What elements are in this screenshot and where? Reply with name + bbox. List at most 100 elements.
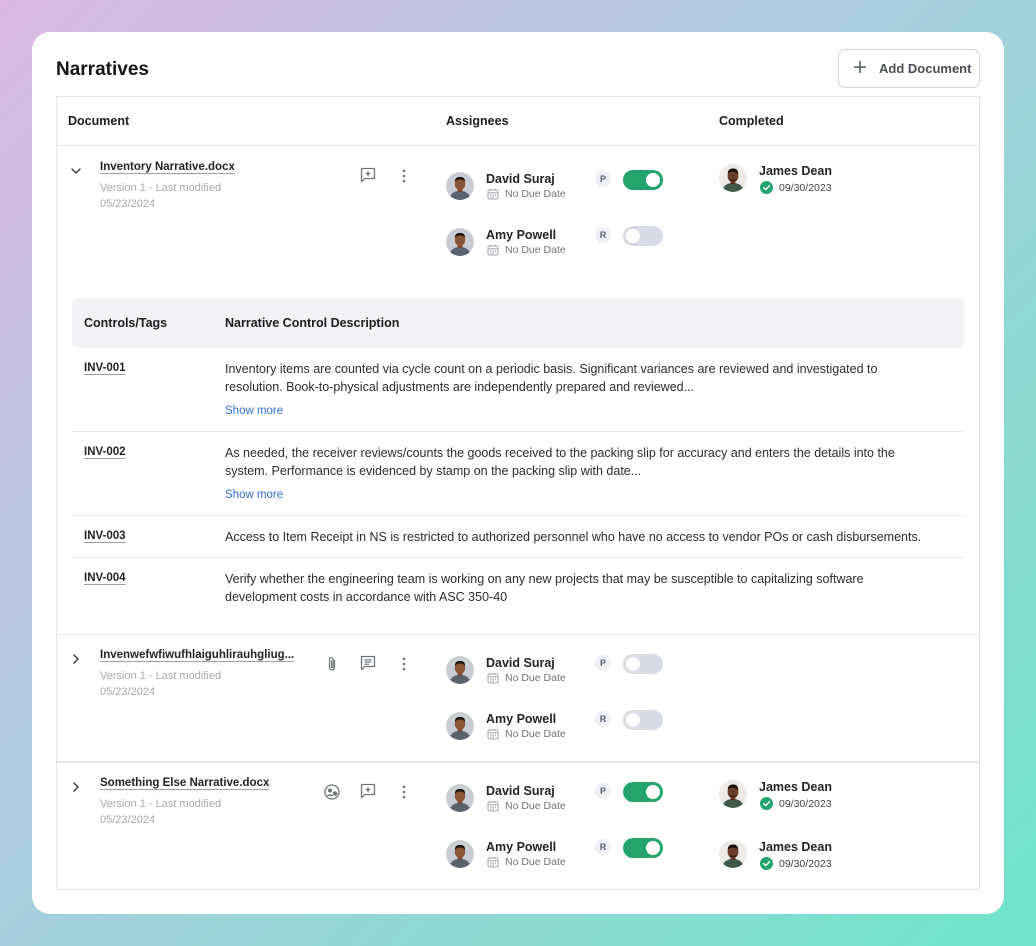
control-id-link[interactable]: INV-003 <box>84 530 126 542</box>
comment-add-icon[interactable] <box>359 166 377 184</box>
page-title: Narratives <box>56 59 149 80</box>
document-version: Version 1 - Last modified <box>100 670 222 682</box>
calendar-icon <box>487 800 499 812</box>
control-id-link[interactable]: INV-002 <box>84 446 126 458</box>
header-divider <box>57 145 979 146</box>
paperclip-icon[interactable] <box>323 655 341 673</box>
chevron-right-icon[interactable] <box>69 780 83 794</box>
due-date-text: No Due Date <box>505 856 566 868</box>
assignee-toggle[interactable] <box>623 654 663 674</box>
narratives-card: Narratives + Add Document Document Assig… <box>32 32 1004 914</box>
due-date: No Due Date <box>487 800 566 812</box>
document-modified-date: 05/23/2024 <box>100 814 156 826</box>
add-document-label: Add Document <box>879 61 972 76</box>
document-version: Version 1 - Last modified <box>100 182 222 194</box>
avatar <box>446 172 474 200</box>
check-circle-icon <box>760 797 773 810</box>
divider <box>72 431 964 432</box>
chevron-right-icon[interactable] <box>69 652 83 666</box>
assignee-name: Amy Powell <box>486 712 557 726</box>
document-version: Version 1 - Last modified <box>100 798 222 810</box>
controls-tags-header: Controls/Tags <box>84 316 168 330</box>
row-divider <box>57 761 979 763</box>
chevron-down-icon[interactable] <box>69 164 83 178</box>
due-date: No Due Date <box>487 244 566 256</box>
due-date-text: No Due Date <box>505 244 566 256</box>
calendar-icon <box>487 728 499 740</box>
assignee-toggle[interactable] <box>623 710 663 730</box>
comment-icon[interactable] <box>359 654 377 672</box>
role-badge: P <box>595 171 611 187</box>
document-name-link[interactable]: Something Else Narrative.docx <box>100 777 269 789</box>
due-date-text: No Due Date <box>505 800 566 812</box>
document-name-link[interactable]: Invenwefwfiwufhlaiguhlirauhgliug... <box>100 649 294 661</box>
assignee-name: David Suraj <box>486 172 555 186</box>
assignee-name: Amy Powell <box>486 840 557 854</box>
documents-table: Document Assignees Completed Inventory N… <box>56 96 980 890</box>
control-description-line: Inventory items are counted via cycle co… <box>225 362 878 376</box>
calendar-icon <box>487 244 499 256</box>
completed-date-text: 09/30/2023 <box>779 181 832 194</box>
assignee-name: David Suraj <box>486 656 555 670</box>
user-circle-icon[interactable] <box>323 783 341 801</box>
control-description-line: Access to Item Receipt in NS is restrict… <box>225 530 922 544</box>
avatar <box>719 164 747 192</box>
more-vertical-icon[interactable] <box>395 783 413 801</box>
avatar <box>446 228 474 256</box>
column-header-assignees: Assignees <box>446 114 509 128</box>
assignee-toggle[interactable] <box>623 838 663 858</box>
control-description-line: resolution. Book-to-physical adjustments… <box>225 380 695 394</box>
role-badge: R <box>595 711 611 727</box>
role-badge: R <box>595 227 611 243</box>
divider <box>72 557 964 558</box>
document-name-link[interactable]: Inventory Narrative.docx <box>100 161 235 173</box>
avatar <box>719 780 747 808</box>
due-date-text: No Due Date <box>505 188 566 200</box>
control-id-link[interactable]: INV-001 <box>84 362 126 374</box>
role-badge: R <box>595 839 611 855</box>
due-date: No Due Date <box>487 856 566 868</box>
due-date-text: No Due Date <box>505 672 566 684</box>
control-description-line: Verify whether the engineering team is w… <box>225 572 864 586</box>
more-vertical-icon[interactable] <box>395 655 413 673</box>
assignee-toggle[interactable] <box>623 226 663 246</box>
due-date: No Due Date <box>487 672 566 684</box>
completed-by-name: James Dean <box>759 164 832 178</box>
document-modified-date: 05/23/2024 <box>100 198 156 210</box>
check-circle-icon <box>760 181 773 194</box>
completed-date: 09/30/2023 <box>760 857 832 870</box>
avatar <box>446 784 474 812</box>
controls-table-header: Controls/Tags Narrative Control Descript… <box>72 298 964 348</box>
avatar <box>446 656 474 684</box>
completed-date-text: 09/30/2023 <box>779 857 832 870</box>
column-header-document: Document <box>68 114 130 128</box>
comment-add-icon[interactable] <box>359 782 377 800</box>
assignee-name: Amy Powell <box>486 228 557 242</box>
more-vertical-icon[interactable] <box>395 167 413 185</box>
avatar <box>719 840 747 868</box>
calendar-icon <box>487 188 499 200</box>
completed-date-text: 09/30/2023 <box>779 797 832 810</box>
assignee-toggle[interactable] <box>623 782 663 802</box>
calendar-icon <box>487 672 499 684</box>
completed-date: 09/30/2023 <box>760 181 832 194</box>
assignee-name: David Suraj <box>486 784 555 798</box>
completed-by-name: James Dean <box>759 780 832 794</box>
role-badge: P <box>595 783 611 799</box>
show-more-link[interactable]: Show more <box>225 489 283 501</box>
control-description-line: development costs in accordance with ASC… <box>225 590 508 604</box>
show-more-link[interactable]: Show more <box>225 405 283 417</box>
role-badge: P <box>595 655 611 671</box>
column-header-completed: Completed <box>719 114 784 128</box>
assignee-toggle[interactable] <box>623 170 663 190</box>
avatar <box>446 712 474 740</box>
narrative-description-header: Narrative Control Description <box>225 316 400 330</box>
completed-date: 09/30/2023 <box>760 797 832 810</box>
control-id-link[interactable]: INV-004 <box>84 572 126 584</box>
control-description-line: As needed, the receiver reviews/counts t… <box>225 446 895 460</box>
row-divider <box>57 634 979 635</box>
add-document-button[interactable]: + Add Document <box>838 49 980 88</box>
avatar <box>446 840 474 868</box>
calendar-icon <box>487 856 499 868</box>
plus-icon: + <box>853 53 868 81</box>
